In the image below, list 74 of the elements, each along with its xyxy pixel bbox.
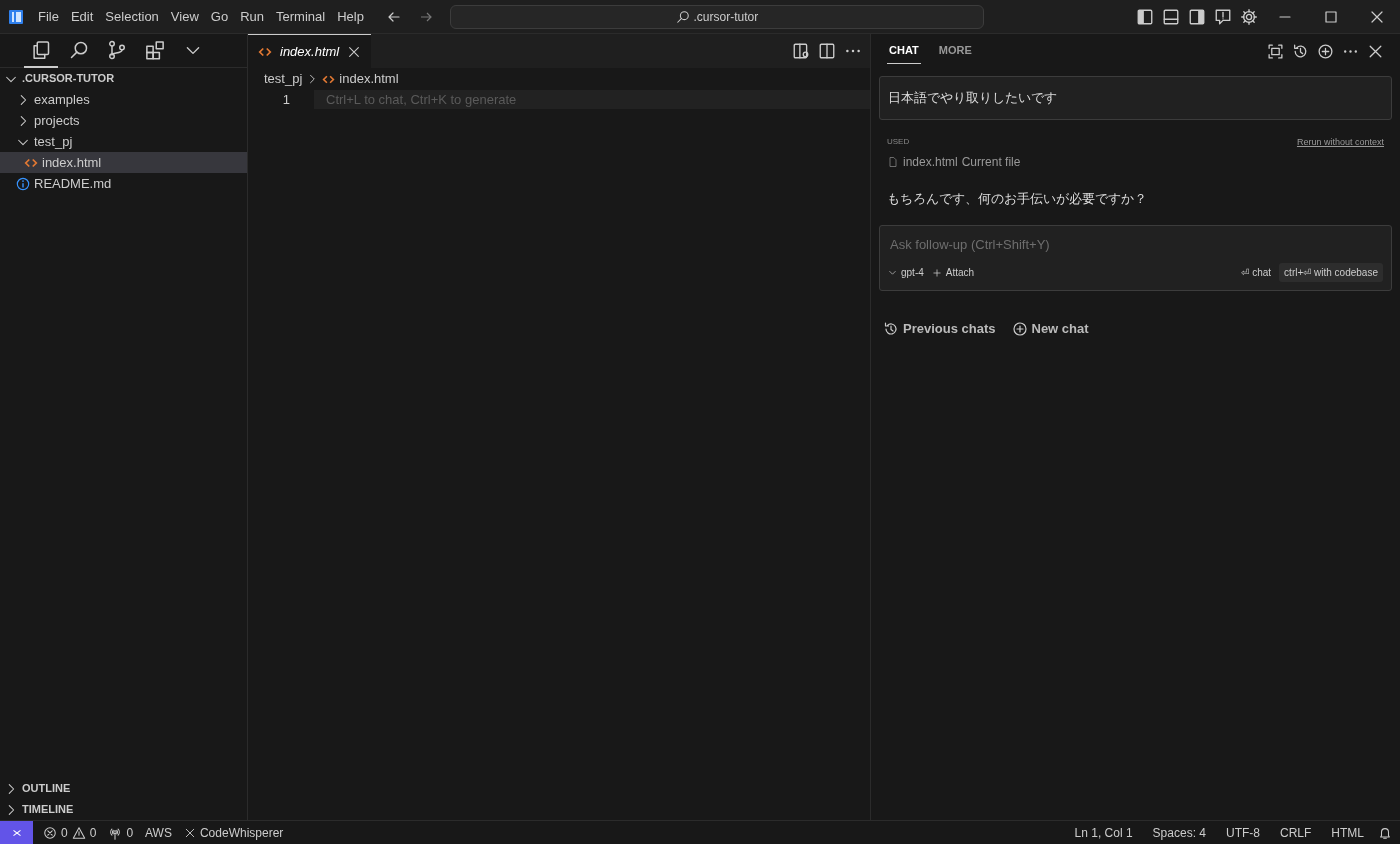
tree-item[interactable]: projects [0, 110, 247, 131]
breadcrumb-item[interactable]: test_pj [264, 69, 303, 89]
menu-item[interactable]: View [164, 6, 205, 27]
used-label: USED [887, 136, 910, 149]
history-icon[interactable] [1292, 42, 1309, 60]
search-icon [69, 39, 89, 60]
app-logo-icon [8, 8, 24, 25]
extensions-icon [145, 39, 165, 60]
info-icon [16, 176, 30, 191]
status-item[interactable]: CodeWhisperer [177, 823, 290, 842]
file-icon [887, 156, 899, 168]
rerun-link[interactable]: Rerun without context [1296, 135, 1384, 149]
add-circle-icon[interactable] [1317, 42, 1334, 60]
model-selector[interactable]: gpt-4 [888, 265, 924, 280]
feedback-icon[interactable] [1214, 7, 1232, 26]
tree-item[interactable]: examples [0, 89, 247, 110]
command-search-field[interactable]: .cursor-tutor [449, 4, 984, 29]
status-item[interactable]: UTF-8 [1220, 823, 1266, 842]
menu-item[interactable]: Edit [64, 6, 100, 27]
warning-icon [71, 825, 86, 840]
status-item[interactable]: Spaces: 4 [1146, 823, 1212, 842]
split-editor-icon[interactable] [818, 42, 836, 60]
attach-button[interactable]: Attach [931, 265, 975, 280]
notifications-bell-icon[interactable] [1378, 825, 1392, 840]
maximize-icon[interactable] [1323, 8, 1339, 25]
previous-chats-button[interactable]: Previous chats [883, 319, 996, 339]
section-header[interactable]: OUTLINE [0, 778, 247, 799]
status-item[interactable]: Ln 1, Col 1 [1068, 823, 1139, 842]
chat-tab[interactable]: MORE [936, 38, 974, 64]
breadcrumb-item[interactable]: index.html [322, 69, 399, 89]
settings-icon[interactable] [1240, 7, 1258, 26]
chat-submit-button[interactable]: ⏎ chat [1241, 265, 1272, 280]
files-icon [31, 39, 51, 60]
close-icon[interactable] [347, 44, 362, 59]
tree-item[interactable]: test_pj [0, 131, 247, 152]
toggle-panel-icon[interactable] [1162, 7, 1180, 26]
close-icon [183, 826, 196, 839]
tree-item[interactable]: README.md [0, 173, 247, 194]
menu-item[interactable]: Selection [99, 6, 165, 27]
toggle-secondary-sidebar-icon[interactable] [1188, 7, 1206, 26]
fullscreen-icon[interactable] [1267, 42, 1284, 60]
codebase-submit-button[interactable]: ctrl+⏎ with codebase [1279, 263, 1383, 282]
menu-item[interactable]: Help [331, 6, 370, 27]
branch-icon [107, 39, 127, 60]
problems-button[interactable]: 0 0 [37, 823, 103, 842]
ports-button[interactable]: 0 [102, 823, 140, 842]
tree-item[interactable]: index.html [0, 152, 247, 173]
section-header[interactable]: TIMELINE [0, 799, 247, 820]
context-file[interactable]: index.html [903, 153, 958, 171]
chat-tab[interactable]: CHAT [887, 38, 921, 64]
menu-item[interactable]: Terminal [270, 6, 332, 27]
toggle-primary-sidebar-icon[interactable] [1136, 7, 1154, 26]
context-note: Current file [961, 154, 1021, 171]
error-icon [43, 825, 57, 840]
line-number: 1 [281, 91, 291, 109]
open-preview-icon[interactable] [792, 42, 810, 60]
new-chat-button[interactable]: New chat [1011, 319, 1089, 339]
menu-item[interactable]: Run [234, 6, 270, 27]
editor-tab[interactable]: index.html [248, 34, 372, 68]
add-circle-icon [1011, 320, 1028, 337]
follow-up-input[interactable]: Ask follow-up (Ctrl+Shift+Y) gpt-4 Attach ⏎ chat ctrl+⏎ with codebase [879, 224, 1392, 291]
menu-item[interactable]: Go [204, 6, 235, 27]
user-message: 日本語でやり取りしたいです [879, 76, 1392, 120]
explorer-root-header[interactable]: .CURSOR-TUTOR [0, 68, 247, 89]
search-icon [675, 9, 690, 24]
history-icon [883, 320, 899, 337]
plus-icon [931, 267, 942, 278]
status-item[interactable]: CRLF [1274, 823, 1318, 842]
menu-item[interactable]: File [32, 6, 65, 27]
assistant-reply: もちろんです、何のお手伝いが必要ですか？ [886, 190, 1148, 208]
chevron-down-icon [888, 268, 897, 277]
status-item[interactable]: AWS [139, 823, 178, 842]
remote-button[interactable] [0, 821, 33, 844]
status-item[interactable]: HTML [1325, 823, 1370, 842]
